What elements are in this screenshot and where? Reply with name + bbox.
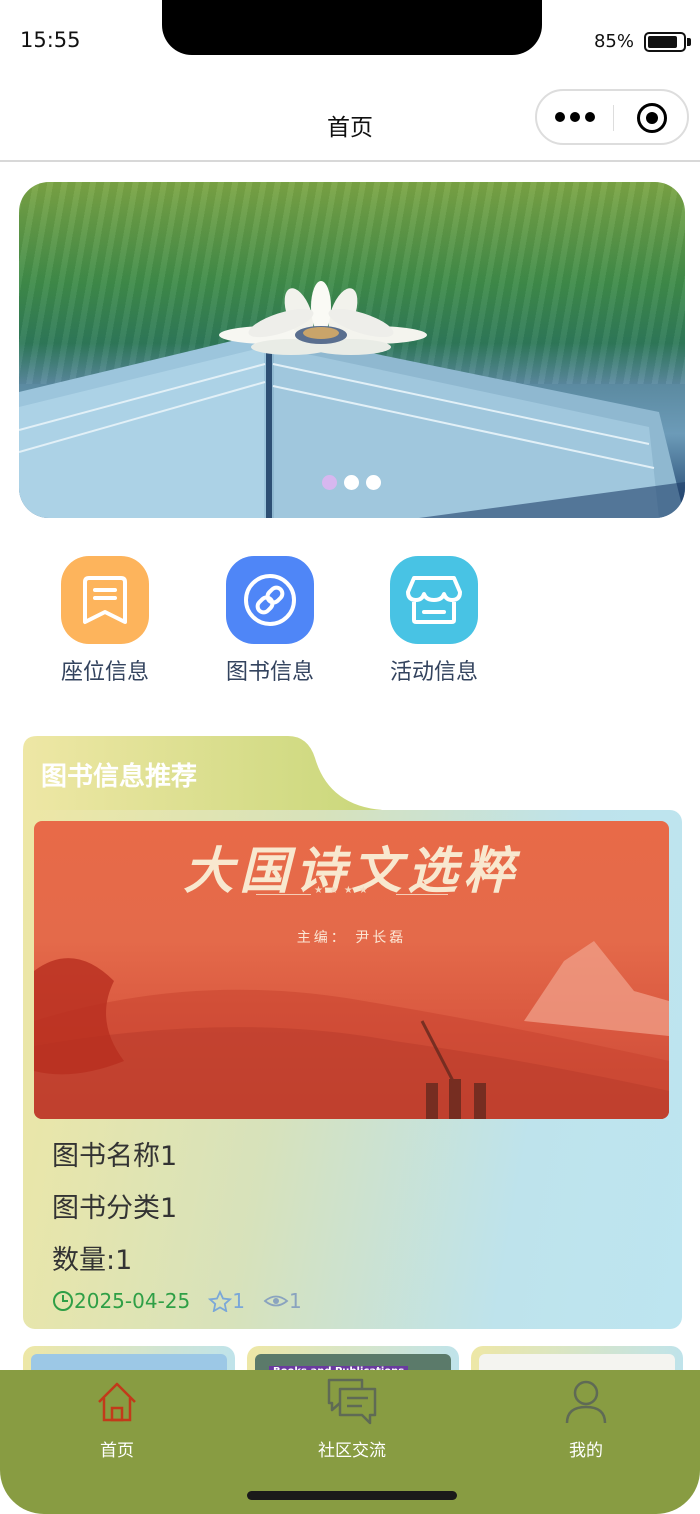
tab-profile[interactable]: 我的 — [526, 1378, 646, 1461]
status-bar: 15:55 85% — [0, 0, 700, 80]
mini-program-capsule — [535, 89, 689, 145]
view-count: 1 — [288, 1289, 302, 1313]
eye-icon — [263, 1295, 289, 1307]
carousel-dot[interactable] — [366, 475, 381, 490]
carousel-dot[interactable] — [344, 475, 359, 490]
banner-image — [19, 281, 685, 518]
recommend-title: 图书信息推荐 — [41, 762, 198, 792]
battery-icon — [644, 32, 686, 52]
cover-editor: 主编： 尹长磊 — [296, 930, 407, 946]
carousel-dots — [322, 475, 382, 491]
book-category: 图书分类1 — [52, 1193, 178, 1224]
target-icon[interactable] — [637, 103, 667, 133]
publish-date: 2025-04-25 — [74, 1289, 191, 1313]
tab-label: 我的 — [569, 1441, 603, 1461]
home-indicator[interactable] — [247, 1491, 457, 1500]
clock-icon — [53, 1291, 73, 1311]
menu-label: 活动信息 — [389, 660, 478, 685]
book-cover: 大国诗文选粹 ★★★★ 主编： 尹长磊 — [34, 821, 669, 1119]
device-notch — [162, 0, 542, 55]
menu-label: 座位信息 — [60, 660, 149, 685]
link-icon — [226, 556, 314, 644]
menu-book-info[interactable]: 图书信息 — [205, 556, 335, 686]
menu-seat-info[interactable]: 座位信息 — [40, 556, 170, 686]
store-icon — [390, 556, 478, 644]
user-icon — [526, 1378, 646, 1426]
star-count: 1 — [232, 1289, 245, 1313]
tab-community[interactable]: 社区交流 — [292, 1378, 412, 1461]
more-dots-icon[interactable] — [555, 108, 595, 126]
carousel-dot[interactable] — [322, 475, 337, 490]
tab-label: 首页 — [100, 1441, 134, 1461]
menu-activity-info[interactable]: 活动信息 — [369, 556, 499, 686]
status-time: 15:55 — [20, 28, 81, 52]
banner-carousel[interactable] — [19, 182, 685, 518]
navigation-bar: 首页 — [0, 80, 700, 162]
chat-icon — [292, 1378, 412, 1426]
book-name: 图书名称1 — [52, 1141, 178, 1172]
book-quantity: 数量:1 — [52, 1245, 133, 1276]
tab-label: 社区交流 — [318, 1441, 386, 1461]
tab-home[interactable]: 首页 — [57, 1378, 177, 1461]
featured-book-card[interactable]: 大国诗文选粹 ★★★★ 主编： 尹长磊 图书名称1 图书分类1 数量:1 202… — [23, 810, 682, 1329]
book-meta: 2025-04-25 1 1 — [52, 1288, 302, 1314]
battery-percent: 85% — [593, 31, 634, 52]
star-icon[interactable] — [208, 1290, 233, 1312]
menu-label: 图书信息 — [225, 660, 314, 685]
home-icon — [57, 1378, 177, 1426]
decorative-stars: ★★★★ — [314, 885, 374, 896]
bookmark-list-icon — [61, 556, 149, 644]
